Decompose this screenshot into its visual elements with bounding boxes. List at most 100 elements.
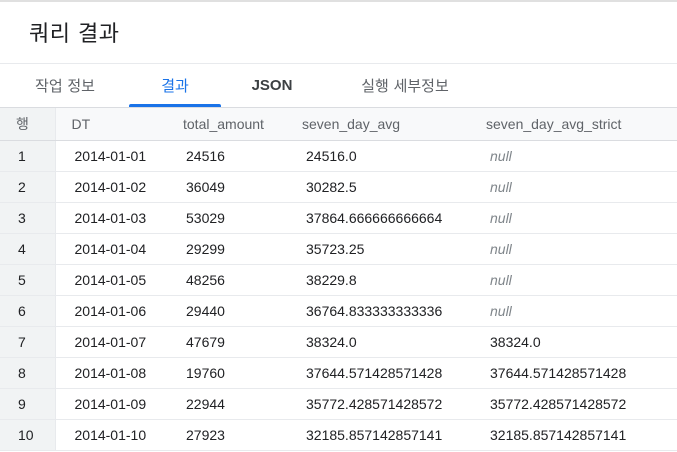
seven-day-avg-strict-cell-value: null xyxy=(490,272,512,288)
seven-day-avg-strict-cell-value: 37644.571428571428 xyxy=(490,365,627,381)
table-row[interactable]: 1 2014-01-01 24516 24516.0 null xyxy=(0,140,677,172)
dt-cell-value: 2014-01-04 xyxy=(74,241,147,257)
seven-day-avg-cell: 35772.428571428572 xyxy=(302,388,486,420)
seven-day-avg-strict-cell: 38324.0 xyxy=(486,326,677,358)
table-row[interactable]: 2 2014-01-02 36049 30282.5 null xyxy=(0,171,677,203)
seven-day-avg-cell-value: 37864.666666666664 xyxy=(306,210,443,226)
tab-execution-details[interactable]: 실행 세부정보 xyxy=(335,64,475,108)
table-row[interactable]: 3 2014-01-03 53029 37864.666666666664 null xyxy=(0,202,677,234)
seven-day-avg-cell: 38229.8 xyxy=(302,264,486,296)
row-number-cell-value: 7 xyxy=(18,334,26,350)
seven-day-avg-cell: 35723.25 xyxy=(302,233,486,265)
row-number-cell-value: 6 xyxy=(18,303,26,319)
seven-day-avg-strict-cell: 32185.857142857141 xyxy=(486,419,677,451)
total-amount-cell: 53029 xyxy=(183,202,302,234)
dt-cell: 2014-01-03 xyxy=(55,202,183,234)
dt-cell-value: 2014-01-10 xyxy=(74,427,147,443)
seven-day-avg-strict-cell: 37644.571428571428 xyxy=(486,357,677,389)
dt-cell: 2014-01-07 xyxy=(55,326,183,358)
dt-cell: 2014-01-10 xyxy=(55,419,183,451)
results-table: 행 DT total_amount seven_day_avg seven_da… xyxy=(0,108,677,451)
seven-day-avg-cell-value: 36764.833333333336 xyxy=(306,303,443,319)
table-row[interactable]: 10 2014-01-10 27923 32185.857142857141 32185… xyxy=(0,419,677,451)
table-row[interactable]: 8 2014-01-08 19760 37644.571428571428 37644.… xyxy=(0,357,677,389)
seven-day-avg-cell-value: 35772.428571428572 xyxy=(306,396,443,412)
seven-day-avg-strict-cell: null xyxy=(486,171,677,203)
seven-day-avg-cell-value: 38229.8 xyxy=(306,272,357,288)
seven-day-avg-strict-cell-value: null xyxy=(490,179,512,195)
seven-day-avg-cell: 32185.857142857141 xyxy=(302,419,486,451)
total-amount-cell: 29299 xyxy=(183,233,302,265)
dt-cell-value: 2014-01-02 xyxy=(74,179,147,195)
total-amount-cell-value: 29299 xyxy=(186,241,225,257)
table-row[interactable]: 7 2014-01-07 47679 38324.0 38324.0 xyxy=(0,326,677,358)
seven-day-avg-cell-value: 32185.857142857141 xyxy=(306,427,443,443)
column-header-seven-day-avg-strict[interactable]: seven_day_avg_strict xyxy=(486,108,677,141)
dt-cell: 2014-01-02 xyxy=(55,171,183,203)
row-number-cell: 5 xyxy=(0,264,56,296)
seven-day-avg-strict-cell-value: null xyxy=(490,148,512,164)
row-number-cell-value: 9 xyxy=(18,396,26,412)
dt-cell: 2014-01-06 xyxy=(55,295,183,327)
total-amount-cell-value: 53029 xyxy=(186,210,225,226)
row-number-cell-value: 10 xyxy=(18,427,34,443)
dt-cell-value: 2014-01-06 xyxy=(74,303,147,319)
seven-day-avg-cell-value: 37644.571428571428 xyxy=(306,365,443,381)
dt-cell-value: 2014-01-07 xyxy=(74,334,147,350)
row-number-cell: 1 xyxy=(0,140,56,172)
row-number-cell-value: 4 xyxy=(18,241,26,257)
top-divider xyxy=(0,0,677,2)
seven-day-avg-strict-cell: null xyxy=(486,202,677,234)
total-amount-cell-value: 36049 xyxy=(186,179,225,195)
seven-day-avg-cell: 37864.666666666664 xyxy=(302,202,486,234)
seven-day-avg-strict-cell-value: null xyxy=(490,303,512,319)
row-number-cell-value: 3 xyxy=(18,210,26,226)
dt-cell: 2014-01-01 xyxy=(55,140,183,172)
total-amount-cell: 19760 xyxy=(183,357,302,389)
dt-cell: 2014-01-08 xyxy=(55,357,183,389)
seven-day-avg-cell: 38324.0 xyxy=(302,326,486,358)
table-header-row: 행 DT total_amount seven_day_avg seven_da… xyxy=(0,108,677,141)
total-amount-cell: 24516 xyxy=(183,140,302,172)
total-amount-cell-value: 24516 xyxy=(186,148,225,164)
tab-job-info[interactable]: 작업 정보 xyxy=(14,64,116,108)
row-number-cell-value: 8 xyxy=(18,365,26,381)
dt-cell: 2014-01-09 xyxy=(55,388,183,420)
table-row[interactable]: 4 2014-01-04 29299 35723.25 null xyxy=(0,233,677,265)
row-number-cell-value: 1 xyxy=(18,148,26,164)
total-amount-cell: 22944 xyxy=(183,388,302,420)
tab-json[interactable]: JSON xyxy=(232,64,312,108)
seven-day-avg-cell-value: 24516.0 xyxy=(306,148,357,164)
total-amount-cell: 36049 xyxy=(183,171,302,203)
seven-day-avg-cell-value: 30282.5 xyxy=(306,179,357,195)
seven-day-avg-cell: 24516.0 xyxy=(302,140,486,172)
seven-day-avg-cell-value: 38324.0 xyxy=(306,334,357,350)
dt-cell-value: 2014-01-08 xyxy=(74,365,147,381)
seven-day-avg-strict-cell-value: 35772.428571428572 xyxy=(490,396,627,412)
total-amount-cell-value: 27923 xyxy=(186,427,225,443)
column-header-total-amount[interactable]: total_amount xyxy=(183,108,302,141)
table-row[interactable]: 5 2014-01-05 48256 38229.8 null xyxy=(0,264,677,296)
tab-results[interactable]: 결과 xyxy=(129,64,221,108)
table-row[interactable]: 6 2014-01-06 29440 36764.833333333336 null xyxy=(0,295,677,327)
dt-cell-value: 2014-01-09 xyxy=(74,396,147,412)
table-row[interactable]: 9 2014-01-09 22944 35772.428571428572 35772.… xyxy=(0,388,677,420)
seven-day-avg-strict-cell: null xyxy=(486,233,677,265)
column-header-row: 행 xyxy=(0,108,56,141)
total-amount-cell: 29440 xyxy=(183,295,302,327)
dt-cell-value: 2014-01-01 xyxy=(74,148,147,164)
total-amount-cell-value: 22944 xyxy=(186,396,225,412)
seven-day-avg-strict-cell: 35772.428571428572 xyxy=(486,388,677,420)
seven-day-avg-strict-cell-value: 32185.857142857141 xyxy=(490,427,627,443)
row-number-cell-value: 2 xyxy=(18,179,26,195)
result-tabs: 작업 정보 결과 JSON 실행 세부정보 xyxy=(0,64,677,108)
total-amount-cell-value: 19760 xyxy=(186,365,225,381)
total-amount-cell-value: 48256 xyxy=(186,272,225,288)
column-header-seven-day-avg[interactable]: seven_day_avg xyxy=(302,108,486,141)
page-title: 쿼리 결과 xyxy=(29,22,120,47)
total-amount-cell: 27923 xyxy=(183,419,302,451)
total-amount-cell: 48256 xyxy=(183,264,302,296)
total-amount-cell-value: 29440 xyxy=(186,303,225,319)
seven-day-avg-cell: 30282.5 xyxy=(302,171,486,203)
column-header-dt[interactable]: DT xyxy=(55,108,183,141)
